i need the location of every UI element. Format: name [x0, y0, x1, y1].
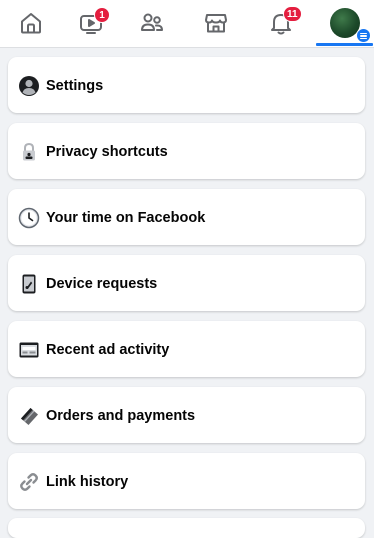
- menu-item-label: Orders and payments: [46, 408, 196, 424]
- menu-icon: [356, 28, 371, 43]
- menu-item-label: Privacy shortcuts: [46, 144, 168, 160]
- menu-item-label: Settings: [46, 78, 104, 94]
- active-tab-indicator: [316, 43, 373, 46]
- friends-icon: [139, 10, 165, 36]
- phone-icon: [18, 273, 40, 295]
- menu-item-orders-payments[interactable]: Orders and payments: [8, 387, 365, 443]
- marketplace-icon: [203, 10, 229, 36]
- link-icon: [18, 471, 40, 493]
- menu-item-recent-ad-activity[interactable]: Recent ad activity: [8, 321, 365, 377]
- tab-friends[interactable]: [125, 0, 179, 47]
- menu-item-device-requests[interactable]: Device requests: [8, 255, 365, 311]
- tab-marketplace[interactable]: [189, 0, 243, 47]
- menu-item-privacy-shortcuts[interactable]: Privacy shortcuts: [8, 123, 365, 179]
- menu-item-label: Device requests: [46, 276, 158, 292]
- top-nav-bar: 1 11: [0, 0, 374, 48]
- lock-icon: [18, 141, 40, 163]
- menu-item-label: Recent ad activity: [46, 342, 170, 358]
- user-circle-icon: [18, 75, 40, 97]
- watch-badge: 1: [94, 7, 110, 23]
- menu-item-settings[interactable]: Settings: [8, 57, 365, 113]
- tab-watch[interactable]: 1: [64, 0, 118, 47]
- card-icon: [18, 405, 40, 427]
- menu-item-your-time[interactable]: Your time on Facebook: [8, 189, 365, 245]
- menu-item-label: Your time on Facebook: [46, 210, 206, 226]
- tab-home[interactable]: [4, 0, 58, 47]
- menu-item-label: Link history: [46, 474, 129, 490]
- menu-item-link-history[interactable]: Link history: [8, 453, 365, 509]
- home-icon: [18, 10, 44, 36]
- notifications-badge: 11: [283, 6, 302, 22]
- menu-list: Settings Privacy shortcuts Your time on …: [8, 57, 365, 519]
- tab-notifications[interactable]: 11: [254, 0, 308, 47]
- menu-item-partial[interactable]: [8, 518, 365, 538]
- clock-icon: [18, 207, 40, 229]
- ad-icon: [18, 339, 40, 361]
